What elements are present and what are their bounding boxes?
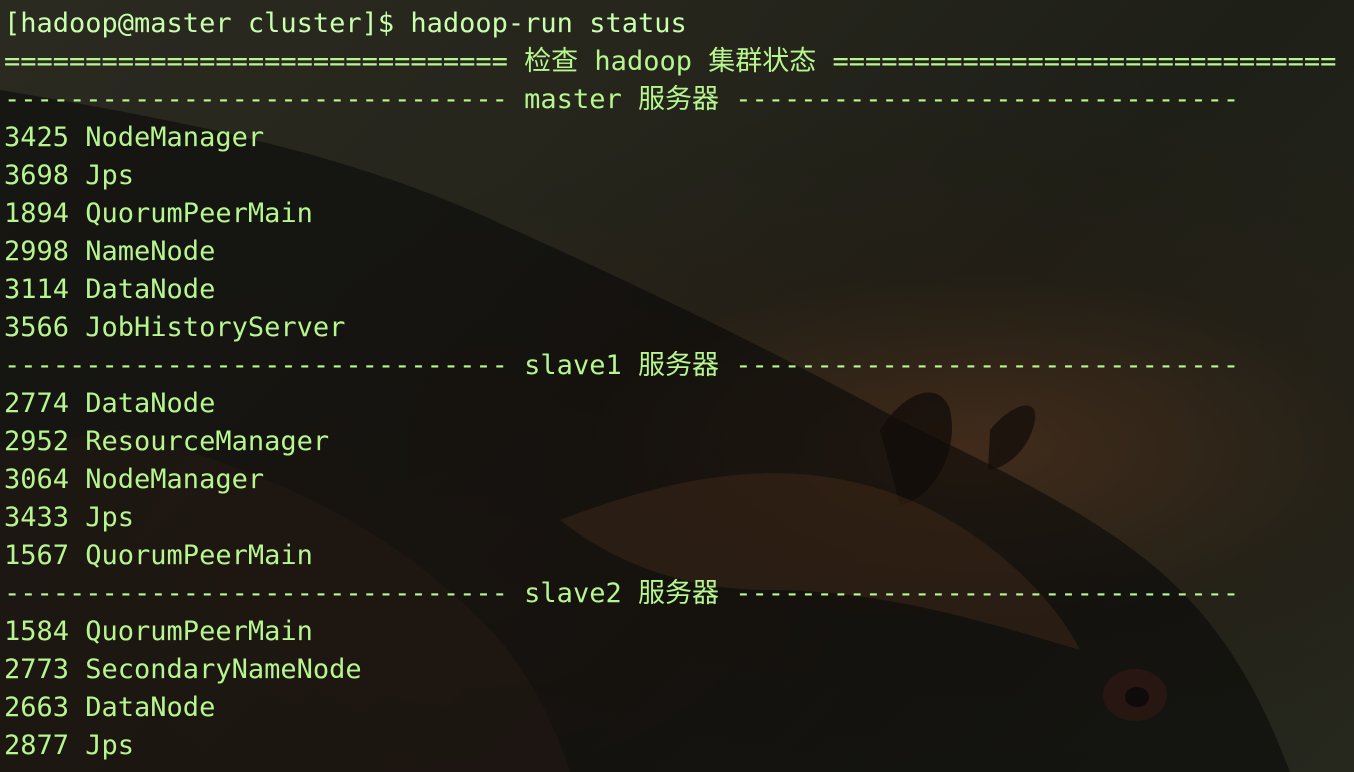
terminal-output: [hadoop@master cluster]$ hadoop-run stat… [4, 5, 1354, 765]
terminal-window[interactable]: [hadoop@master cluster]$ hadoop-run stat… [0, 0, 1354, 772]
server-section-header-slave1: ------------------------------- slave1 服… [4, 350, 1240, 381]
process-line: 3064 NodeManager [4, 464, 265, 495]
process-line: 2998 NameNode [4, 236, 216, 267]
process-line: 3433 Jps [4, 502, 135, 533]
server-section-header-master: ------------------------------- master 服… [4, 84, 1240, 115]
process-line: 1584 QuorumPeerMain [4, 616, 313, 647]
process-line: 3425 NodeManager [4, 122, 265, 153]
cluster-status-title: =============================== 检查 hadoo… [4, 46, 1337, 77]
process-line: 1567 QuorumPeerMain [4, 540, 313, 571]
process-line: 2663 DataNode [4, 692, 216, 723]
process-line: 3566 JobHistoryServer [4, 312, 346, 343]
command-prompt-line: [hadoop@master cluster]$ hadoop-run stat… [4, 8, 687, 39]
process-line: 2773 SecondaryNameNode [4, 654, 362, 685]
server-section-header-slave2: ------------------------------- slave2 服… [4, 578, 1240, 609]
process-line: 3698 Jps [4, 160, 135, 191]
process-line: 2952 ResourceManager [4, 426, 330, 457]
process-line: 2877 Jps [4, 730, 135, 761]
process-line: 1894 QuorumPeerMain [4, 198, 313, 229]
process-line: 3114 DataNode [4, 274, 216, 305]
process-line: 2774 DataNode [4, 388, 216, 419]
